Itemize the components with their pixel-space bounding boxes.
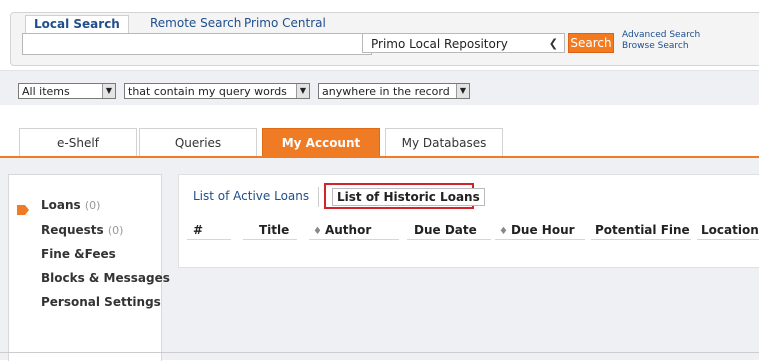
column-rule — [591, 239, 691, 240]
col-title[interactable]: Title — [259, 223, 289, 237]
col-author[interactable]: ♦ Author — [313, 223, 371, 237]
column-rule — [407, 239, 491, 240]
col-due-hour-label: Due Hour — [510, 223, 575, 237]
tab-active-loans[interactable]: List of Active Loans — [193, 189, 309, 203]
active-arrow-icon — [17, 205, 29, 215]
tab-queries[interactable]: Queries — [139, 128, 257, 156]
advanced-search-link[interactable]: Advanced Search — [622, 30, 700, 41]
search-button[interactable]: Search — [568, 33, 614, 53]
sidebar-item-requests[interactable]: Requests (0) — [41, 223, 123, 237]
match-select-value: that contain my query words — [128, 85, 287, 98]
tab-my-databases[interactable]: My Databases — [385, 128, 503, 156]
historic-loans-highlight: List of Historic Loans — [324, 183, 485, 209]
column-rule — [187, 239, 231, 240]
sidebar-item-settings[interactable]: Personal Settings — [41, 295, 161, 309]
match-select[interactable]: that contain my query words ▼ — [124, 83, 310, 99]
search-row: Primo Local Repository ❮ Search Advanced… — [22, 30, 739, 57]
items-select-value: All items — [22, 85, 70, 98]
col-author-label: Author — [324, 223, 372, 237]
column-rule — [309, 239, 399, 240]
search-links: Advanced Search Browse Search — [622, 30, 700, 52]
requests-count: (0) — [107, 224, 124, 237]
field-select[interactable]: anywhere in the record ▼ — [318, 83, 470, 99]
tab-e-shelf[interactable]: e-Shelf — [19, 128, 137, 156]
col-location[interactable]: Location — [701, 223, 759, 237]
items-select[interactable]: All items ▼ — [18, 83, 116, 99]
loans-count: (0) — [84, 199, 101, 212]
tab-remote-search[interactable]: Remote Search — [150, 15, 241, 32]
field-select-value: anywhere in the record — [322, 85, 450, 98]
tab-my-account[interactable]: My Account — [262, 128, 380, 156]
chevron-down-icon: ❮ — [548, 37, 558, 50]
sort-icon: ♦ — [499, 226, 508, 237]
sort-icon: ♦ — [313, 226, 322, 237]
column-rule — [495, 239, 585, 240]
refine-bar: All items ▼ that contain my query words … — [0, 70, 759, 105]
column-rule — [243, 239, 297, 240]
account-tabs: e-Shelf Queries My Account My Databases — [0, 128, 759, 158]
sidebar-item-fines[interactable]: Fine &Fees — [41, 247, 116, 261]
tab-local-search[interactable]: Local Search — [25, 15, 129, 34]
tab-primo-central[interactable]: Primo Central — [244, 15, 326, 32]
sidebar-item-label: Loans — [41, 198, 81, 212]
column-rule — [697, 239, 759, 240]
search-box: Local Search Remote Search Primo Central… — [10, 12, 759, 66]
sidebar-item-loans[interactable]: Loans (0) — [41, 198, 100, 212]
sidebar-item-blocks[interactable]: Blocks & Messages — [41, 271, 170, 285]
dropdown-arrow-icon: ▼ — [296, 84, 309, 98]
tab-historic-loans[interactable]: List of Historic Loans — [332, 188, 485, 206]
account-sidebar: Loans (0) Requests (0) Fine &Fees Blocks… — [8, 174, 170, 361]
col-number: # — [193, 223, 204, 237]
scope-select-value: Primo Local Repository — [371, 37, 508, 51]
scope-select[interactable]: Primo Local Repository ❮ — [362, 33, 565, 53]
search-input[interactable] — [22, 33, 372, 55]
subtab-divider — [318, 187, 319, 207]
sidebar-item-label: Requests — [41, 223, 104, 237]
col-due-date[interactable]: Due Date — [414, 223, 477, 237]
loans-panel: List of Active Loans List of Historic Lo… — [178, 174, 759, 268]
browse-search-link[interactable]: Browse Search — [622, 41, 700, 52]
dropdown-arrow-icon: ▼ — [102, 84, 115, 98]
col-potential-fine[interactable]: Potential Fine — [595, 223, 690, 237]
footer-rule — [0, 352, 759, 353]
col-due-hour[interactable]: ♦ Due Hour — [499, 223, 575, 237]
dropdown-arrow-icon: ▼ — [456, 84, 469, 98]
